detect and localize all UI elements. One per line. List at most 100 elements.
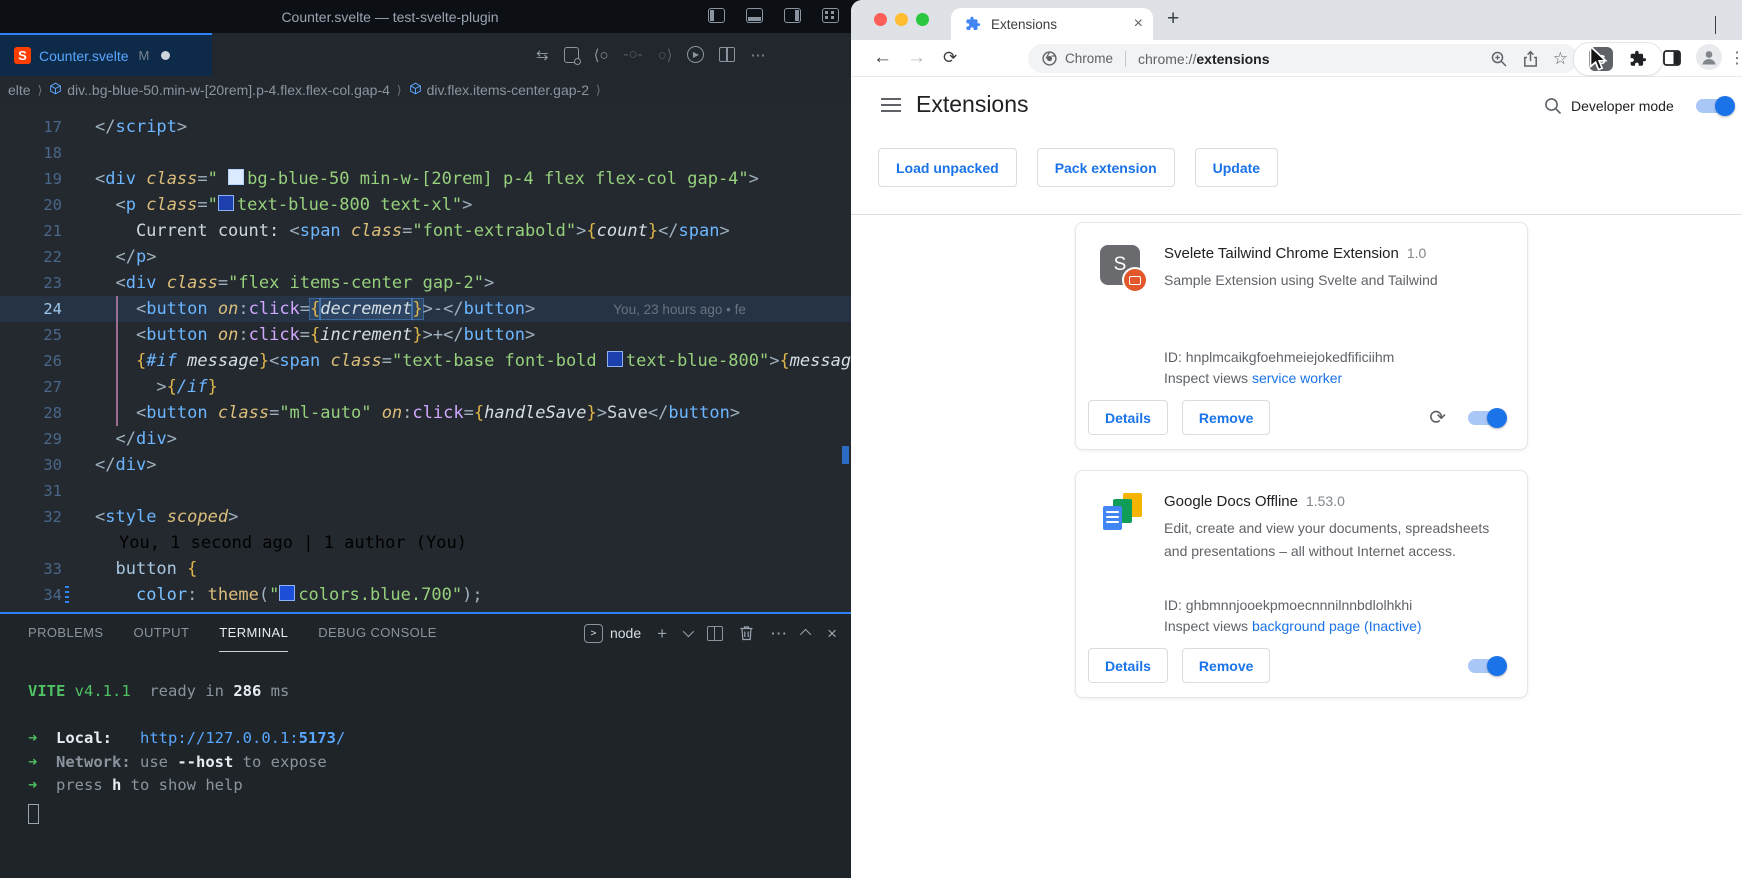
code-line[interactable]: 29 </div> [0,426,851,452]
breadcrumb[interactable]: elte⟩div..bg-blue-50.min-w-[20rem].p-4.f… [0,76,851,104]
macos-minimize-button[interactable] [895,13,908,26]
extension-name: Svelete Tailwind Chrome Extension [1164,245,1399,262]
extension-enabled-toggle[interactable] [1468,659,1505,673]
code-text: button { [95,556,851,582]
code-line[interactable]: 22 </p> [0,244,851,270]
breadcrumb-item[interactable]: elte [8,82,31,98]
terminal-shell-badge[interactable]: > node [584,624,641,643]
panel-tab-problems[interactable]: PROBLEMS [28,614,103,652]
close-panel-icon[interactable]: × [827,625,837,642]
line-number: 18 [0,140,95,166]
code-line[interactable]: 20 <p class="text-blue-800 text-xl"> [0,192,851,218]
git-blame-row: You, 1 second ago | 1 author (You) [0,530,851,556]
panel-tab-output[interactable]: OUTPUT [133,614,189,652]
toggle-panel-icon[interactable] [746,8,763,23]
macos-zoom-button[interactable] [916,13,929,26]
extensions-puzzle-icon[interactable] [1629,50,1647,68]
split-terminal-icon[interactable] [707,626,723,641]
developer-mode-toggle[interactable] [1696,99,1733,113]
details-button[interactable]: Details [1088,648,1168,683]
toggle-secondary-sidebar-icon[interactable] [784,8,801,23]
code-text: <style scoped> [95,504,851,530]
remove-button[interactable]: Remove [1182,400,1270,435]
code-line[interactable]: 34 color: theme("colors.blue.700"); [0,582,851,608]
panel-tab-debug-console[interactable]: DEBUG CONSOLE [318,614,437,652]
new-terminal-icon[interactable]: + [657,625,667,642]
terminal-dropdown-icon[interactable] [683,626,694,637]
macos-close-button[interactable] [874,13,887,26]
code-line[interactable]: 28 <button class="ml-auto" on:click={han… [0,400,851,426]
navigate-forward-icon[interactable]: ○⟩ [658,46,673,64]
color-swatch [279,585,295,601]
share-icon[interactable] [1522,50,1539,68]
remove-button[interactable]: Remove [1182,648,1270,683]
inspect-views-link[interactable]: background page (Inactive) [1252,618,1422,634]
inspect-views-link[interactable]: service worker [1252,370,1342,386]
update-button[interactable]: Update [1195,148,1278,187]
unsaved-dot-icon [161,51,170,60]
line-number: 19 [0,166,95,192]
code-line[interactable]: 30</div> [0,452,851,478]
bookmark-star-icon[interactable]: ☆ [1553,50,1568,67]
panel-tab-terminal[interactable]: TERMINAL [219,614,288,652]
code-text [95,478,851,504]
maximize-panel-icon[interactable] [800,629,811,640]
breadcrumb-item[interactable]: div.flex.items-center.gap-2 [427,82,589,98]
terminal-output[interactable]: VITE v4.1.1 ready in 286 ms ➜ Local: htt… [28,680,345,824]
pack-extension-button[interactable]: Pack extension [1037,148,1175,187]
extension-version: 1.53.0 [1306,493,1345,509]
extension-enabled-toggle[interactable] [1468,411,1505,425]
back-button[interactable]: ← [873,45,892,70]
browser-tab-extensions[interactable]: Extensions × [951,8,1153,40]
compare-changes-icon[interactable]: ⇆ [536,46,549,64]
line-number: 26 [0,348,95,374]
code-line[interactable]: 26 {#if message}<span class="text-base f… [0,348,851,374]
site-info-icon[interactable] [1042,51,1057,66]
code-line[interactable]: 27 >{/if} [0,374,851,400]
more-actions-icon[interactable]: ⋯ [750,46,765,64]
new-tab-button[interactable]: + [1167,8,1179,29]
terminal-icon: > [584,624,603,643]
open-preview-icon[interactable] [564,47,579,63]
load-unpacked-button[interactable]: Load unpacked [878,148,1017,187]
extensions-header: Extensions Developer mode [851,77,1742,137]
chrome-menu-kebab-icon[interactable]: ⋮ [1729,48,1742,68]
code-line[interactable]: 31 [0,478,851,504]
code-line[interactable]: 32<style scoped> [0,504,851,530]
navigate-back-icon[interactable]: ⟨○ [594,46,609,64]
reload-extension-icon[interactable]: ⟳ [1429,408,1446,428]
code-line[interactable]: 17</script> [0,114,851,140]
code-line[interactable]: 19<div class=" bg-blue-50 min-w-[20rem] … [0,166,851,192]
kill-terminal-icon[interactable] [739,625,754,641]
split-editor-icon[interactable] [719,47,735,62]
line-number: 27 [0,374,95,400]
extension-description: Edit, create and view your documents, sp… [1164,517,1499,563]
reload-button[interactable]: ⟳ [943,45,957,70]
code-line[interactable]: 18 [0,140,851,166]
timeline-icon[interactable]: -○- [624,46,643,63]
breadcrumb-item[interactable]: div..bg-blue-50.min-w-[20rem].p-4.flex.f… [67,82,390,98]
customize-layout-icon[interactable] [822,8,839,23]
code-line[interactable]: 33 button { [0,556,851,582]
run-file-icon[interactable]: ▶ [687,46,704,63]
code-line[interactable]: 23 <div class="flex items-center gap-2"> [0,270,851,296]
details-button[interactable]: Details [1088,400,1168,435]
code-editor[interactable]: 17</script>1819<div class=" bg-blue-50 m… [0,104,851,622]
tab-search-chevron-icon[interactable] [1715,16,1716,34]
code-line[interactable]: 25 <button on:click={increment}>+</butto… [0,322,851,348]
address-bar[interactable]: Chrome chrome:// extensions ☆ [1028,44,1578,73]
code-line[interactable]: 24 <button on:click={decrement}>-</butto… [0,296,851,322]
chrome-window: Extensions × + ← → ⟳ Chrome chrome:// ex… [851,0,1742,878]
tab-close-icon[interactable]: × [1134,16,1143,32]
panel-more-icon[interactable]: ⋯ [770,625,787,642]
code-text: <p class="text-blue-800 text-xl"> [95,192,851,218]
editor-tab-counter-svelte[interactable]: S Counter.svelte M [0,33,212,76]
code-line[interactable]: 21 Current count: <span class="font-extr… [0,218,851,244]
menu-hamburger-icon[interactable] [881,98,901,112]
toggle-sidebar-icon[interactable] [708,8,725,23]
search-icon[interactable] [1543,96,1563,116]
zoom-icon[interactable] [1490,50,1508,68]
forward-button[interactable]: → [907,45,926,70]
side-panel-icon[interactable] [1663,50,1681,66]
profile-avatar[interactable] [1696,44,1722,70]
